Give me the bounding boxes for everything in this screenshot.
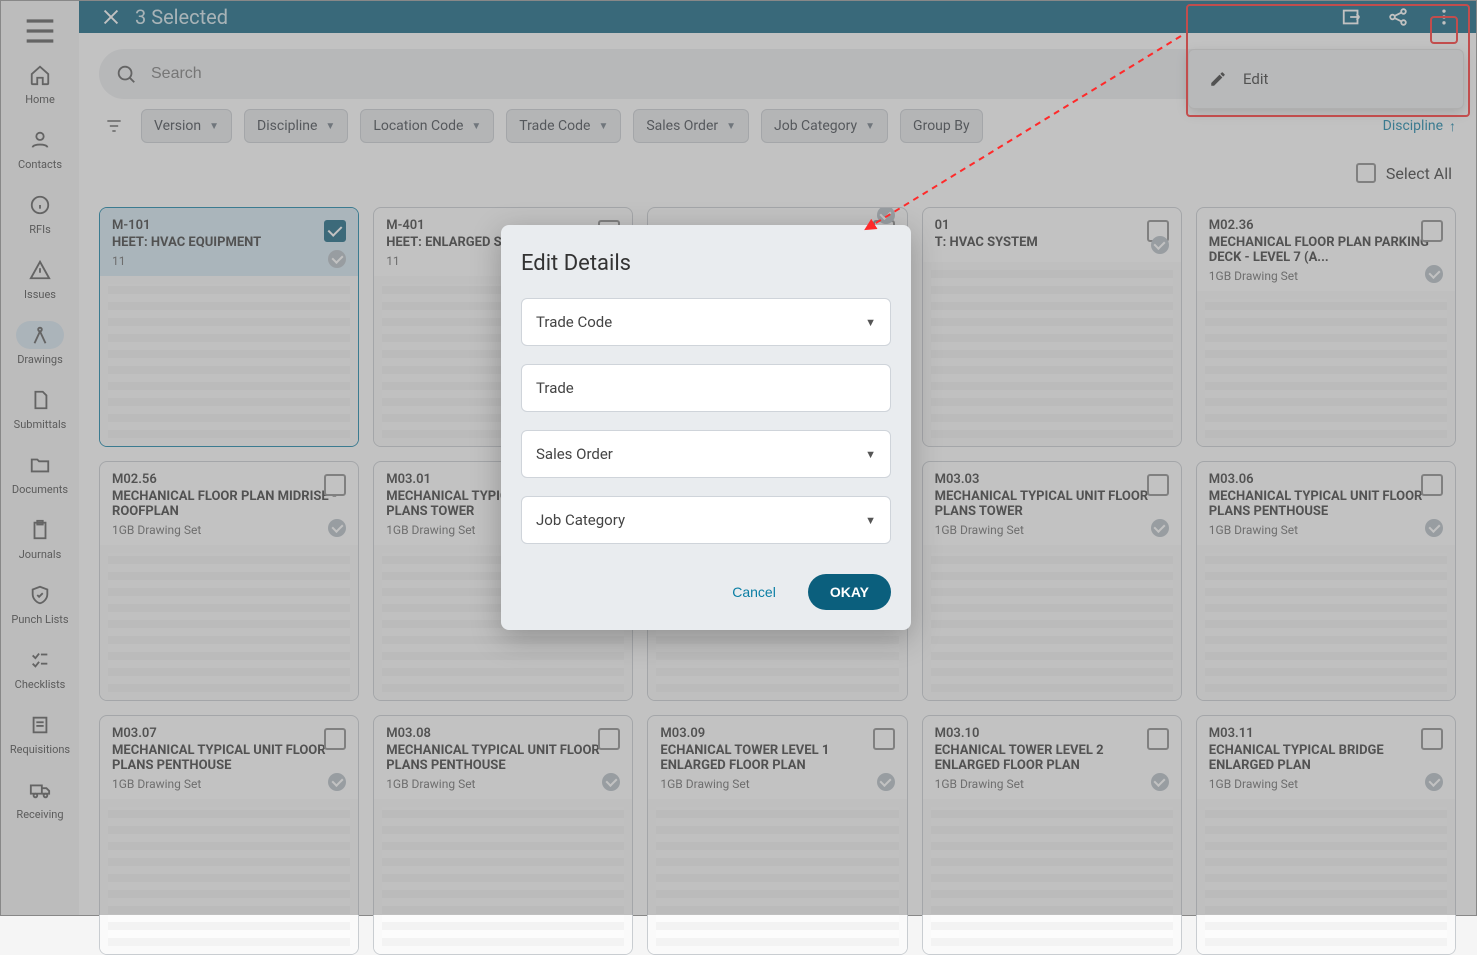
edit-details-modal: Edit Details Trade Code▼ Trade Sales Ord… bbox=[501, 225, 911, 630]
chevron-down-icon: ▼ bbox=[865, 448, 876, 461]
trade-code-select[interactable]: Trade Code▼ bbox=[521, 298, 891, 346]
okay-button[interactable]: OKAY bbox=[808, 574, 891, 610]
modal-title: Edit Details bbox=[521, 251, 891, 276]
chevron-down-icon: ▼ bbox=[865, 514, 876, 527]
trade-input[interactable]: Trade bbox=[521, 364, 891, 412]
chevron-down-icon: ▼ bbox=[865, 316, 876, 329]
sales-order-select[interactable]: Sales Order▼ bbox=[521, 430, 891, 478]
job-category-select[interactable]: Job Category▼ bbox=[521, 496, 891, 544]
cancel-button[interactable]: Cancel bbox=[720, 576, 788, 608]
